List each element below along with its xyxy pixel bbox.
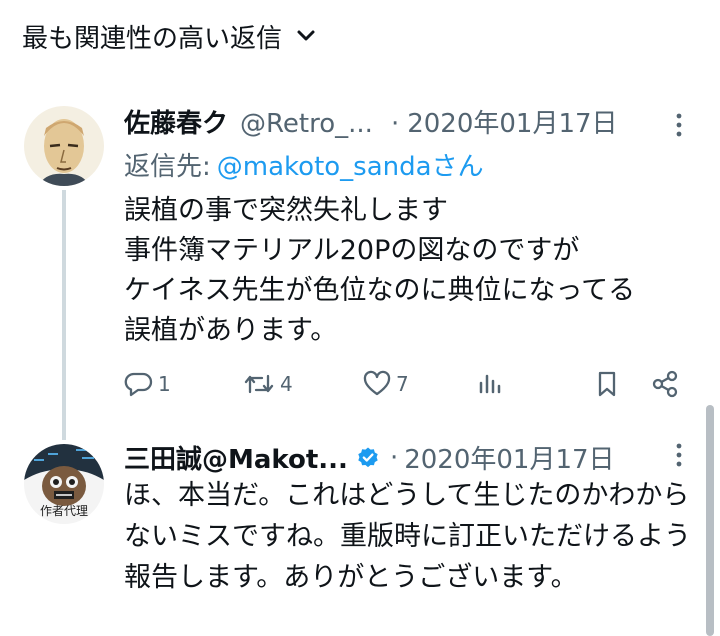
- reply-count: 1: [158, 372, 171, 396]
- bookmark-button[interactable]: [594, 370, 620, 398]
- separator-dot: ·: [389, 442, 399, 473]
- reply-icon: [124, 372, 153, 397]
- reply-button[interactable]: 1: [124, 370, 171, 398]
- reply-to-mention[interactable]: @makoto_sanda: [217, 152, 432, 182]
- thread-connector-line: [62, 190, 66, 440]
- bookmark-icon: [598, 371, 616, 397]
- reply-sort-label: 最も関連性の高い返信: [22, 24, 283, 54]
- reply-to-label: 返信先:: [124, 152, 211, 182]
- scrollbar[interactable]: [706, 405, 714, 636]
- tweet-header: 三田誠@Makot... · 2020年01月17日: [124, 439, 615, 476]
- tweet-actions: 1 4 7: [124, 366, 684, 402]
- tweet-date[interactable]: 2020年01月17日: [404, 439, 614, 476]
- separator-dot: ·: [390, 109, 400, 139]
- tweet-header: 佐藤春ク @Retro_... · 2020年01月17日: [124, 103, 618, 140]
- more-options-icon[interactable]: [672, 442, 686, 472]
- retweet-icon: [244, 374, 274, 394]
- tweet-text: 誤植の事で突然失礼します 事件簿マテリアル20Pの図なのですが ケイネス先生が色…: [124, 195, 636, 346]
- analytics-icon: [479, 374, 501, 394]
- analytics-button[interactable]: [476, 370, 504, 398]
- avatar-caption: 作者代理: [39, 504, 88, 518]
- retweet-count: 4: [280, 372, 293, 396]
- chevron-down-icon: [296, 28, 316, 47]
- retweet-button[interactable]: 4: [242, 370, 293, 398]
- verified-badge-icon: [356, 446, 380, 470]
- more-options-icon[interactable]: [672, 112, 686, 142]
- avatar[interactable]: [24, 106, 104, 186]
- like-count: 7: [396, 372, 409, 396]
- author-handle[interactable]: @Retro_...: [240, 109, 373, 139]
- like-button[interactable]: 7: [362, 370, 409, 398]
- avatar[interactable]: 作者代理: [24, 444, 104, 524]
- author-name[interactable]: 佐藤春ク: [124, 103, 228, 140]
- share-button[interactable]: [650, 370, 680, 398]
- share-icon: [652, 370, 678, 398]
- tweet-date[interactable]: 2020年01月17日: [407, 103, 617, 140]
- author-name[interactable]: 三田誠@Makot...: [124, 439, 348, 476]
- reply-to-suffix: さん: [431, 152, 484, 182]
- heart-icon: [363, 370, 391, 396]
- reply-sort-selector[interactable]: 最も関連性の高い返信: [22, 18, 316, 55]
- reply-to-line: 返信先: @makoto_sandaさん: [124, 146, 484, 183]
- tweet-text: ほ、本当だ。これはどうして生じたのかわからないミスですね。重版時に訂正いただける…: [124, 480, 691, 593]
